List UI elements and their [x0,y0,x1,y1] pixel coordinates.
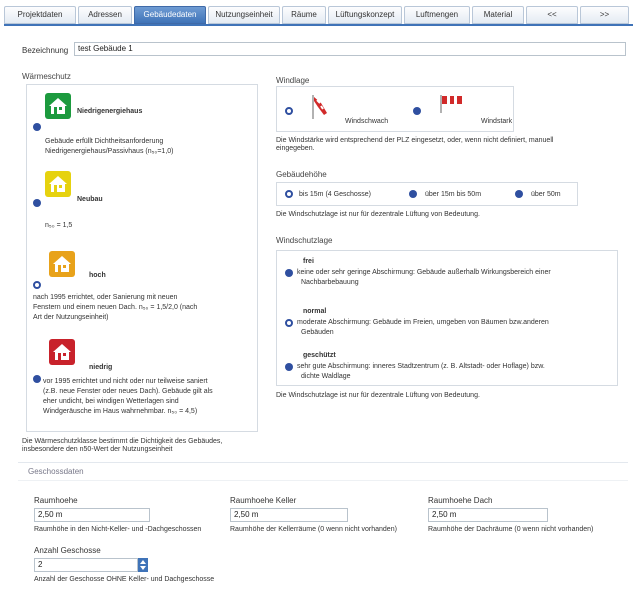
windschutz-desc-frei-2: Nachbarbebauung [301,279,359,286]
option-title-niedrigenergie: Niedrigenergiehaus [77,108,143,115]
windlage-title: Windlage [276,76,310,85]
raumhoehe-hint: Raumhöhe in den Nicht-Keller- und -Dachg… [34,526,202,533]
tab-bar: Projektdaten Adressen Gebäudedaten Nutzu… [4,6,633,24]
windschutz-desc-geschuetzt-2: dichte Waldlage [301,373,351,380]
option-desc-niedrigenergie-1: Gebäude erfüllt Dichtheitsanforderung [45,138,164,145]
waermeschutz-radio-niedrigenergie[interactable] [33,123,41,131]
raumhoehe-input[interactable]: 2,50 m [34,508,150,522]
option-desc-neubau: n₅₀ = 1,5 [45,222,73,229]
windsock-strong-icon [439,93,465,115]
tab-underline [4,24,633,26]
raumhoehe-keller-input[interactable]: 2,50 m [230,508,348,522]
gebaeudehoehe-label-bis15: bis 15m (4 Geschosse) [299,191,371,198]
tab-gebaeudedaten[interactable]: Gebäudedaten [134,6,206,24]
windschutz-radio-geschuetzt[interactable] [285,363,293,371]
option-desc-niedrig-3: eher undicht, bei windigen Wetterlagen s… [43,398,179,405]
windschutz-radio-frei[interactable] [285,269,293,277]
windschutz-desc-geschuetzt-1: sehr gute Abschirmung: inneres Stadtzent… [297,363,545,370]
raumhoehe-label: Raumhoehe [34,496,78,505]
windlage-hint-2: eingegeben. [276,145,315,152]
option-title-niedrig: niedrig [89,364,113,371]
anzahl-geschosse-spinner[interactable] [138,558,148,572]
windlage-label-schwach: Windschwach [345,118,389,125]
option-desc-niedrig-1: vor 1995 errichtet und nicht oder nur te… [43,378,208,385]
windschutzlage-hint: Die Windschutzlage ist nur für dezentral… [276,392,480,399]
geschossdaten-divider-2 [18,480,628,481]
option-desc-hoch-2: Fenstern und einem neuen Dach. n₅₀ = 1,5… [33,304,198,311]
option-desc-hoch-1: nach 1995 errichtet, oder Sanierung mit … [33,294,178,301]
windschutz-radio-normal[interactable] [285,319,293,327]
house-yellow-icon [45,171,71,197]
windlage-label-stark: Windstark [481,118,513,125]
house-orange-icon [49,251,75,277]
tab-projektdaten[interactable]: Projektdaten [4,6,76,24]
waermeschutz-radio-neubau[interactable] [33,199,41,207]
raumhoehe-keller-hint: Raumhöhe der Kellerräume (0 wenn nicht v… [230,526,397,533]
anzahl-geschosse-input[interactable]: 2 [34,558,138,572]
option-title-neubau: Neubau [77,196,103,203]
raumhoehe-keller-label: Raumhoehe Keller [230,496,297,505]
house-green-icon [45,93,71,119]
windschutzlage-panel: frei keine oder sehr geringe Abschirmung… [276,250,618,386]
windschutz-title-normal: normal [303,308,327,315]
tab-scroll-right[interactable]: >> [580,6,629,24]
tab-material[interactable]: Material [472,6,524,24]
tab-adressen[interactable]: Adressen [78,6,132,24]
gebaeudehoehe-radio-15bis50[interactable] [409,190,417,198]
option-desc-niedrig-4: Windgeräusche im Haus wahrnehmbar. n₅₀ =… [43,408,198,415]
windschutz-desc-normal-2: Gebäuden [301,329,334,336]
waermeschutz-radio-niedrig[interactable] [33,375,41,383]
raumhoehe-dach-label: Raumhoehe Dach [428,496,493,505]
geschossdaten-title: Geschossdaten [28,467,84,476]
anzahl-geschosse-hint: Anzahl der Geschosse OHNE Keller- und Da… [34,576,215,583]
house-red-icon [49,339,75,365]
waermeschutz-radio-hoch[interactable] [33,281,41,289]
windschutz-title-frei: frei [303,258,314,265]
gebaeudehoehe-panel: bis 15m (4 Geschosse) über 15m bis 50m ü… [276,182,578,206]
windschutz-title-geschuetzt: geschützt [303,352,336,359]
tab-raeume[interactable]: Räume [282,6,326,24]
option-desc-niedrigenergie-2: Niedrigenergiehaus/Passivhaus (n₅₀=1,0) [45,148,174,155]
anzahl-geschosse-label: Anzahl Geschosse [34,546,101,555]
raumhoehe-dach-input[interactable]: 2,50 m [428,508,548,522]
geschossdaten-divider [18,462,628,463]
tab-luftmengen[interactable]: Luftmengen [404,6,470,24]
windschutz-desc-frei-1: keine oder sehr geringe Abschirmung: Geb… [297,269,551,276]
windschutz-desc-normal-1: moderate Abschirmung: Gebäude im Freien,… [297,319,549,326]
waermeschutz-title: Wärmeschutz [22,72,71,81]
tab-nutzungseinheit[interactable]: Nutzungseinheit [208,6,280,24]
raumhoehe-dach-hint: Raumhöhe der Dachräume (0 wenn nicht vor… [428,526,594,533]
bezeichnung-label: Bezeichnung [22,46,69,55]
windlage-radio-schwach[interactable] [285,107,293,115]
windlage-hint-1: Die Windstärke wird entsprechend der PLZ… [276,137,554,144]
waermeschutz-panel: Niedrigenergiehaus Gebäude erfüllt Dicht… [26,84,258,432]
gebaeudehoehe-radio-ueber50[interactable] [515,190,523,198]
tab-scroll-left[interactable]: << [526,6,578,24]
gebaeudehoehe-radio-bis15[interactable] [285,190,293,198]
windlage-radio-stark[interactable] [413,107,421,115]
windsock-weak-icon [311,93,333,121]
option-title-hoch: hoch [89,272,106,279]
windschutzlage-title: Windschutzlage [276,236,333,245]
option-desc-niedrig-2: (z.B. neue Fenster oder neues Dach). Geb… [43,388,213,395]
tab-lueftungskonzept[interactable]: Lüftungskonzept [328,6,402,24]
bezeichnung-input[interactable]: test Gebäude 1 [74,42,626,56]
option-desc-hoch-3: Art der Nutzungseinheit) [33,314,109,321]
waermeschutz-hint-2: insbesondere den n50-Wert der Nutzungsei… [22,446,173,453]
gebaeudehoehe-label-ueber50: über 50m [531,191,561,198]
gebaeudehoehe-title: Gebäudehöhe [276,170,327,179]
gebaeudehoehe-hint: Die Windschutzlage ist nur für dezentral… [276,211,480,218]
windlage-panel: Windschwach Windstark [276,86,514,132]
gebaeudehoehe-label-15bis50: über 15m bis 50m [425,191,482,198]
